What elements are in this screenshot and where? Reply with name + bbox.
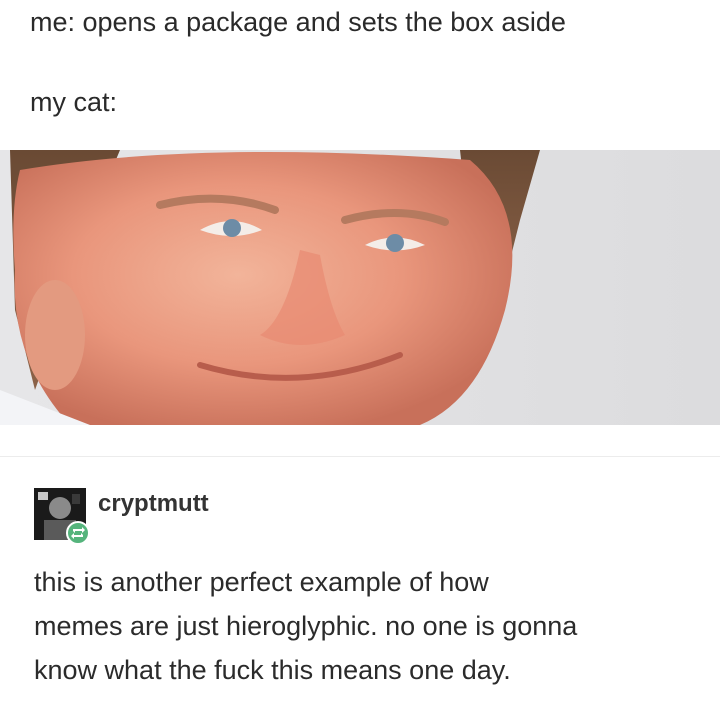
caption-line-1: me: opens a package and sets the box asi… xyxy=(30,7,566,37)
reblog-author: cryptmutt xyxy=(34,488,434,545)
username[interactable]: cryptmutt xyxy=(98,490,209,518)
divider xyxy=(0,456,720,457)
meme-photo xyxy=(0,150,720,425)
comment-text: this is another perfect example of how m… xyxy=(34,560,714,692)
comment-line-1: this is another perfect example of how xyxy=(34,567,489,597)
caption-line-2: my cat: xyxy=(30,87,118,117)
comment-line-2: memes are just hieroglyphic. no one is g… xyxy=(34,611,578,641)
comment-line-3: know what the fuck this means one day. xyxy=(34,655,511,685)
tumblr-post: me: opens a package and sets the box asi… xyxy=(0,0,720,712)
reblog-icon xyxy=(66,521,90,545)
